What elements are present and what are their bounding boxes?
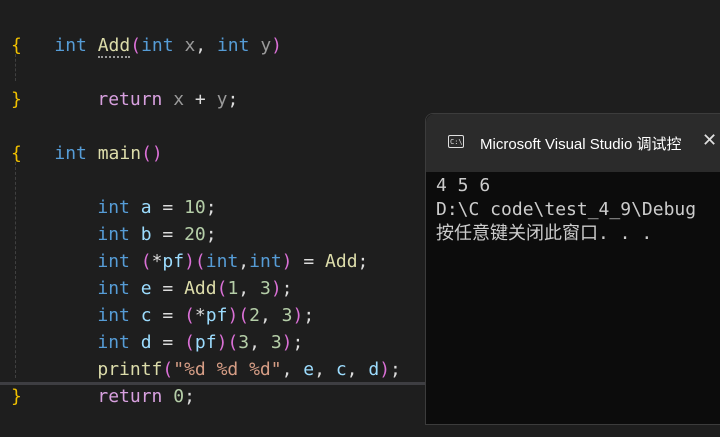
var-d: d xyxy=(368,359,380,380)
code-line-decl-a[interactable]: int a = 10; xyxy=(54,167,216,218)
console-output[interactable]: 4 5 6 D:\C code\test_4_9\Debug 按任意键关闭此窗口… xyxy=(436,174,720,246)
code-line-decl-c[interactable]: int c = (*pf)(2, 3); xyxy=(54,275,314,326)
param-x: x xyxy=(173,89,185,110)
console-title: Microsoft Visual Studio 调试控 xyxy=(480,136,682,153)
keyword-return: return xyxy=(97,89,163,110)
console-app-icon: C:\ xyxy=(448,135,464,148)
console-output-line: 4 5 6 xyxy=(436,175,491,196)
debug-console-window[interactable]: C:\ Microsoft Visual Studio 调试控 ✕ 4 5 6 … xyxy=(425,113,720,425)
code-line-close-brace[interactable]: } xyxy=(11,86,22,113)
close-icon[interactable]: ✕ xyxy=(702,130,717,151)
code-line-close-brace[interactable]: } xyxy=(11,383,22,410)
function-name-main: main xyxy=(97,143,142,164)
code-line-decl-d[interactable]: int d = (pf)(3, 3); xyxy=(54,302,303,353)
horizontal-scrollbar[interactable] xyxy=(0,382,426,385)
code-line-return-zero[interactable]: return 0; xyxy=(54,356,195,407)
var-e: e xyxy=(303,359,315,380)
code-line-return-sum[interactable]: return x + y; xyxy=(54,59,238,110)
keyword-int: int xyxy=(216,35,250,56)
param-y: y xyxy=(216,89,228,110)
indent-guide xyxy=(15,162,16,378)
console-output-line: D:\C code\test_4_9\Debug xyxy=(436,199,697,220)
code-line-open-brace[interactable]: { xyxy=(11,32,22,59)
code-line-decl-pf[interactable]: int (*pf)(int,int) = Add; xyxy=(54,221,368,272)
keyword-return: return xyxy=(97,386,163,407)
param-x: x xyxy=(184,35,196,56)
keyword-int: int xyxy=(141,35,174,56)
param-y: y xyxy=(260,35,272,56)
code-line-printf[interactable]: printf("%d %d %d", e, c, d); xyxy=(54,329,401,380)
number-literal: 0 xyxy=(173,386,185,407)
console-output-line: 按任意键关闭此窗口. . . xyxy=(436,223,653,244)
function-ref-add: Add xyxy=(325,251,358,272)
var-c: c xyxy=(335,359,347,380)
keyword-int: int xyxy=(54,35,87,56)
code-line-open-brace[interactable]: { xyxy=(11,140,22,167)
code-line-decl-b[interactable]: int b = 20; xyxy=(54,194,216,245)
code-line-decl-e[interactable]: int e = Add(1, 3); xyxy=(54,248,292,299)
function-name-add[interactable]: Add xyxy=(97,35,131,58)
keyword-int: int xyxy=(54,143,87,164)
console-titlebar[interactable]: C:\ Microsoft Visual Studio 调试控 ✕ xyxy=(426,114,720,172)
code-line-main-signature[interactable]: int main() xyxy=(11,113,162,164)
code-line-add-signature[interactable]: int Add(int x, int y) xyxy=(11,5,282,58)
